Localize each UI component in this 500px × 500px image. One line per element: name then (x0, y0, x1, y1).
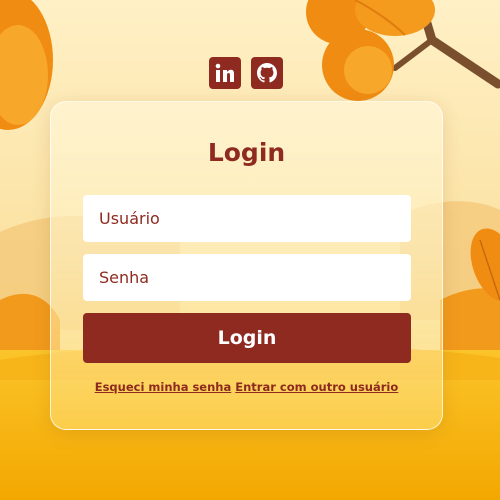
forgot-password-link[interactable]: Esqueci minha senha (95, 380, 232, 394)
social-links (209, 57, 283, 89)
username-input[interactable] (83, 195, 411, 242)
other-user-link[interactable]: Entrar com outro usuário (235, 380, 398, 394)
password-input[interactable] (83, 254, 411, 301)
login-card: Login Login Esqueci minha senha Entrar c… (50, 101, 443, 430)
login-button[interactable]: Login (83, 313, 411, 363)
login-title: Login (207, 138, 286, 167)
login-links: Esqueci minha senha Entrar com outro usu… (51, 380, 442, 394)
linkedin-icon[interactable] (209, 57, 241, 89)
github-icon[interactable] (251, 57, 283, 89)
